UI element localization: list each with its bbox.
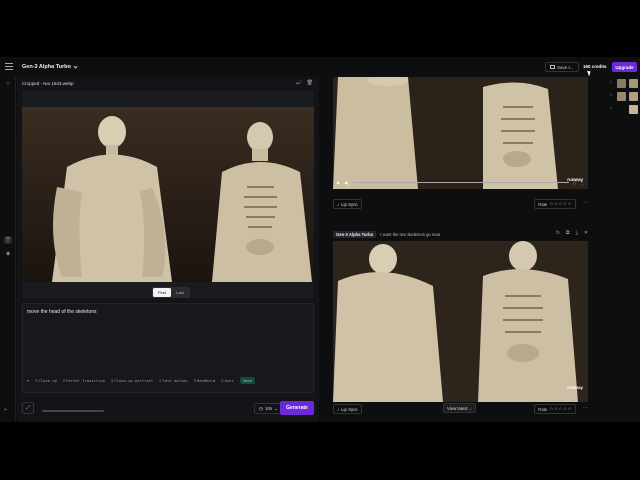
mic-icon: ♪: [337, 201, 340, 207]
view-latest-button[interactable]: View latest ↓: [443, 403, 476, 413]
video-output-2[interactable]: runway: [333, 241, 588, 402]
upgrade-button[interactable]: Upgrade: [612, 62, 637, 72]
more-icon[interactable]: ⋯: [583, 200, 588, 206]
watermark: runway: [567, 385, 583, 390]
preset-handheld[interactable]: ♀ Handheld: [194, 378, 216, 383]
collapse-icon[interactable]: ⇤: [4, 407, 8, 413]
model-title: Gen-3 Alpha Turbo: [22, 64, 71, 70]
chevron-down-icon: [73, 63, 78, 69]
lip-sync-button[interactable]: ♪ Lip Sync: [333, 199, 362, 209]
more-icon[interactable]: ⋯: [583, 405, 588, 411]
video-frame-1: [333, 77, 588, 189]
rating-stars[interactable]: ☆☆☆☆☆: [549, 201, 572, 207]
retry-icon[interactable]: ↻: [556, 230, 560, 236]
first-frame-tab[interactable]: First: [153, 288, 171, 297]
video-frame-2: [333, 241, 588, 402]
preset-over[interactable]: ♀ Over: [221, 378, 233, 383]
folder-icon: [550, 65, 555, 69]
generate-button[interactable]: Generate: [280, 401, 314, 415]
preset-menu-icon[interactable]: ≡: [27, 378, 29, 383]
generation-prompt: I want the two skeletons go near: [380, 231, 441, 237]
credits-count[interactable]: 160 credits: [583, 64, 607, 69]
thumbnail[interactable]: [617, 92, 626, 101]
app-window: Gen-3 Alpha Turbo Save t... 160 credits …: [0, 57, 640, 422]
duration-value: 10s: [264, 406, 273, 411]
duration-select[interactable]: ◷ 10s ⌄: [254, 403, 283, 414]
text-tool-icon[interactable]: ⊤: [4, 236, 12, 244]
generate-bar: ⤢ ◷ 10s ⌄ Generate: [22, 399, 314, 419]
rotate-icon[interactable]: ⤾: [296, 80, 300, 86]
left-tool-rail: ○ ⊤ ◈: [0, 77, 16, 422]
play-icon[interactable]: ▶: [337, 180, 340, 185]
thumbnail[interactable]: [629, 105, 638, 114]
rate-control[interactable]: Rate ☆☆☆☆☆: [534, 404, 576, 414]
thumbnail-strip: 1 2 3: [610, 77, 640, 422]
thumbnail[interactable]: [617, 79, 626, 88]
download-icon[interactable]: ⤓: [576, 230, 578, 236]
last-frame-tab[interactable]: Last: [171, 288, 189, 297]
generation-header: Gen-3 Alpha Turbo I want the two skeleto…: [333, 229, 588, 239]
arrow-down-icon: ↓: [469, 405, 472, 411]
history-icon[interactable]: ○: [4, 80, 12, 88]
skeleton-image: [22, 107, 314, 282]
menu-icon[interactable]: [5, 63, 13, 71]
preset-fast-motion[interactable]: ♀ Fast motion: [159, 378, 187, 383]
model-selector[interactable]: Gen-3 Alpha Turbo: [22, 63, 78, 70]
expand-icon[interactable]: ⤢: [22, 402, 34, 414]
output-2-actions: ♪ Lip Sync View latest ↓ Rate ☆☆☆☆☆ ⋯: [333, 403, 588, 415]
mic-icon: ♪: [337, 406, 340, 412]
view-latest-label: View latest: [447, 405, 468, 411]
generation-panel: Cropped - two 1643.webp ⤾ 🗑 First Last m…: [17, 77, 319, 422]
generation-model: Gen-3 Alpha Turbo: [333, 230, 377, 238]
video-controls: ▶ ◀) ⛶ ⋮: [337, 179, 584, 185]
video-output-1[interactable]: ▶ ◀) ⛶ ⋮ runway: [333, 77, 588, 189]
watermark: runway: [567, 177, 583, 182]
clock-icon: ◷: [259, 405, 263, 411]
output-feed: ▶ ◀) ⛶ ⋮ runway ♪ Lip Sync Rate ☆☆☆☆☆ ⋯ …: [320, 77, 610, 422]
lip-sync-label: Lip Sync: [341, 406, 358, 412]
lip-sync-label: Lip Sync: [341, 201, 358, 207]
input-image-card: First Last: [22, 91, 314, 298]
output-1-actions: ♪ Lip Sync Rate ☆☆☆☆☆ ⋯: [333, 198, 588, 210]
lip-sync-button[interactable]: ♪ Lip Sync: [333, 404, 362, 414]
save-to-folder-button[interactable]: Save t...: [545, 62, 579, 72]
preset-bar: ≡ ♀ Close up ♀ Portal transition ♀ Close…: [27, 377, 313, 384]
trash-icon[interactable]: 🗑: [307, 80, 313, 86]
rate-label: Rate: [538, 201, 548, 207]
copy-icon[interactable]: ⧉: [566, 230, 570, 236]
prompt-text[interactable]: move the head of the skeletons: [27, 309, 97, 315]
save-preset-button[interactable]: Save: [239, 377, 255, 384]
save-label: Save t...: [557, 64, 574, 70]
prompt-input[interactable]: move the head of the skeletons ≡ ♀ Close…: [22, 303, 314, 393]
video-progress[interactable]: [352, 181, 570, 183]
cursor-icon: [587, 69, 592, 77]
layers-icon[interactable]: ◈: [4, 249, 12, 257]
frame-toggle: First Last: [152, 287, 190, 298]
volume-icon[interactable]: ◀): [344, 180, 348, 185]
close-icon[interactable]: ✕: [584, 230, 588, 236]
top-bar: Gen-3 Alpha Turbo Save t... 160 credits …: [0, 57, 640, 77]
preset-close-up-portrait[interactable]: ♀ Close-up portrait: [111, 378, 153, 383]
file-name: Cropped - two 1643.webp: [22, 81, 74, 86]
thumb-number: 1: [610, 80, 612, 84]
thumb-number: 2: [610, 93, 612, 97]
thumb-number: 3: [610, 106, 612, 110]
thumbnail[interactable]: [629, 92, 638, 101]
rate-control[interactable]: Rate ☆☆☆☆☆: [534, 199, 576, 209]
preset-portal-transition[interactable]: ♀ Portal transition: [63, 378, 105, 383]
rating-stars[interactable]: ☆☆☆☆☆: [549, 406, 572, 412]
preset-close-up[interactable]: ♀ Close up: [35, 378, 57, 383]
thumbnail[interactable]: [629, 79, 638, 88]
chevron-down-icon: ⌄: [274, 405, 278, 411]
rate-label: Rate: [538, 406, 548, 412]
